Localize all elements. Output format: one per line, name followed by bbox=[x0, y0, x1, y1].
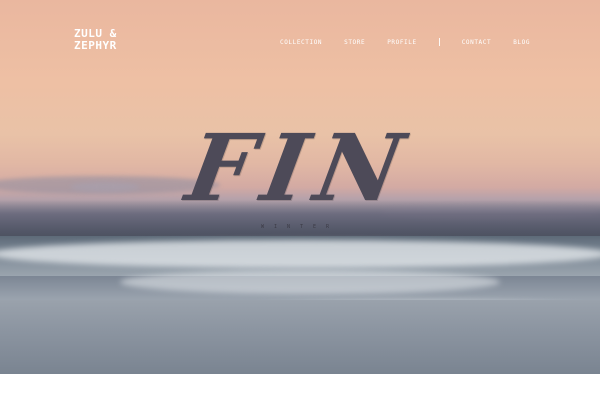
main-nav: COLLECTION STORE PROFILE CONTACT BLOG bbox=[280, 38, 552, 46]
nav-link-profile[interactable]: PROFILE bbox=[387, 39, 417, 46]
nav-link-store[interactable]: STORE bbox=[344, 39, 365, 46]
wave-foam bbox=[120, 270, 500, 294]
nav-divider bbox=[438, 38, 440, 46]
wet-sand bbox=[0, 300, 600, 374]
nav-link-contact[interactable]: CONTACT bbox=[462, 39, 492, 46]
hero-title-wrap: FIN bbox=[0, 114, 600, 222]
nav-link-blog[interactable]: BLOG bbox=[513, 39, 530, 46]
hero-subtitle: WINTER bbox=[260, 224, 340, 230]
wave-foam bbox=[0, 240, 600, 268]
logo-line-2: ZEPHYR bbox=[74, 39, 117, 52]
nav-link-collection[interactable]: COLLECTION bbox=[280, 39, 322, 46]
hero-title: FIN bbox=[179, 114, 421, 222]
site-logo[interactable]: ZULU & ZEPHYR bbox=[74, 28, 117, 52]
